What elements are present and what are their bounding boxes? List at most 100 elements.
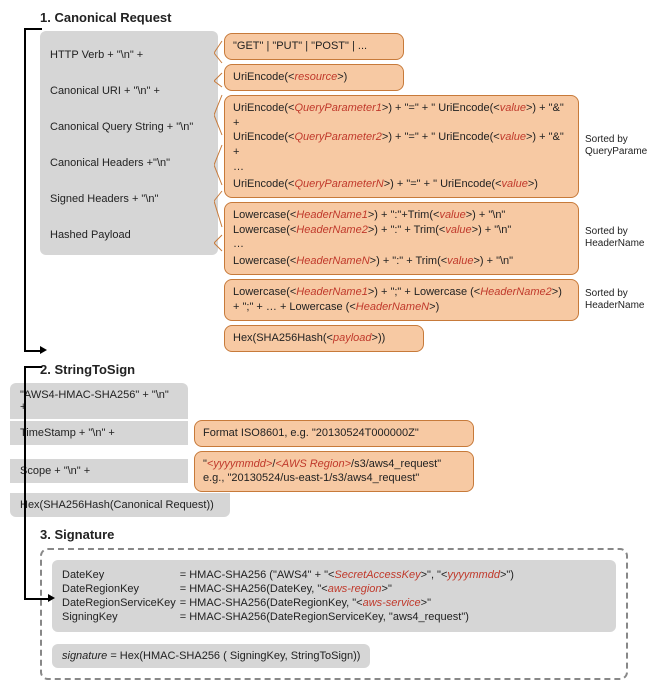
t: >", "< [421, 569, 448, 581]
sts-row-2: TimeStamp + "\n" + Format ISO8601, e.g. … [10, 417, 637, 450]
http-verbs-box: "GET" | "PUT" | "POST" | ... [224, 33, 404, 60]
t: >) + "\n" [473, 255, 513, 267]
t: DateKey [62, 568, 180, 582]
flow-line-2 [24, 366, 26, 598]
uri-encode-box: UriEncode(<resource>) [224, 64, 404, 91]
sort-by-hn-1: Sorted by HeaderName [579, 226, 637, 250]
t: HeaderName1 [296, 209, 368, 221]
t: >) + "\n" [472, 224, 512, 236]
t: aws-service [363, 597, 421, 609]
t: Format ISO8601, e.g. "20130524T000000Z" [203, 427, 419, 439]
flow-line-1 [24, 28, 26, 350]
t: e.g., "20130524/us-east-1/s3/aws4_reques… [203, 471, 465, 486]
t: >) + "=" + " UriEncode(< [382, 131, 500, 143]
flow-line-2h [24, 366, 42, 368]
t: >) + ":" + Trim(< [370, 255, 448, 267]
t: HeaderNameN [356, 301, 429, 313]
t: >) + ":" + Trim(< [368, 224, 446, 236]
signature-result-box: signature = Hex(HMAC-SHA256 ( SigningKey… [52, 644, 370, 668]
t: HeaderName1 [296, 286, 368, 298]
t: >) + ";" + Lowercase (< [368, 286, 480, 298]
t: resource [294, 71, 337, 83]
cr-query-string: Canonical Query String + "\n" [50, 117, 208, 137]
sort-by-hn-2: Sorted by HeaderName [579, 288, 637, 312]
t: >)) [372, 332, 386, 344]
sts-scope: Scope + "\n" + [10, 459, 188, 483]
t: UriEncode(< [233, 102, 294, 114]
hashed-payload-box: Hex(SHA256Hash(<payload>)) [224, 325, 424, 352]
cr-canonical-headers: Canonical Headers +"\n" [50, 153, 208, 173]
t: DateRegionServiceKey [62, 596, 180, 610]
t: HeaderName2 [480, 286, 552, 298]
sts-row-3: Scope + "\n" + "<yyyymmdd>/<AWS Region>/… [10, 448, 637, 496]
flow-arrow-1 [40, 346, 47, 354]
t: >) [528, 178, 538, 190]
sts-row-4: Hex(SHA256Hash(Canonical Request)) [10, 493, 637, 517]
section-1-row: HTTP Verb + "\n" + Canonical URI + "\n" … [10, 31, 637, 354]
sts-hash: Hex(SHA256Hash(Canonical Request)) [10, 493, 230, 517]
signing-key-derivation-box: DateKey= HMAC-SHA256 ("AWS4" + "<SecretA… [52, 560, 616, 632]
t: value [502, 178, 528, 190]
t: Hex(SHA256Hash(< [233, 332, 333, 344]
flow-line-2b [24, 598, 48, 600]
t: value [447, 255, 473, 267]
section-3-title: 3. Signature [40, 527, 637, 542]
http-verbs-text: "GET" | "PUT" | "POST" | ... [233, 40, 367, 52]
t: … [233, 160, 570, 177]
t: = HMAC-SHA256 ("AWS4" + "< [180, 569, 335, 581]
t: value [500, 131, 526, 143]
t: Lowercase(< [233, 255, 296, 267]
t: /s3/aws4_request" [351, 458, 441, 470]
t: >) + "\n" [466, 209, 506, 221]
t: signature [62, 650, 107, 662]
t: Lowercase(< [233, 209, 296, 221]
t: >) + "=" + " UriEncode(< [382, 102, 500, 114]
t: = HMAC-SHA256(DateRegionKey, "< [180, 597, 363, 609]
t: SecretAccessKey [334, 569, 420, 581]
cr-signed-headers: Signed Headers + "\n" [50, 189, 208, 209]
t: >) [429, 301, 439, 313]
t: value [500, 102, 526, 114]
t: <AWS Region> [275, 458, 351, 470]
t: = HMAC-SHA256(DateKey, "< [180, 583, 328, 595]
signing-key-table: DateKey= HMAC-SHA256 ("AWS4" + "<SecretA… [62, 568, 518, 624]
t: DateRegionKey [62, 582, 180, 596]
t: UriEncode(< [233, 178, 294, 190]
t: payload [333, 332, 372, 344]
t: + ";" + … + Lowercase (< [233, 301, 356, 313]
t: SigningKey [62, 610, 180, 624]
sts-row-1: "AWS4-HMAC-SHA256" + "\n" + [10, 383, 637, 419]
t: >) + ":"+Trim(< [368, 209, 440, 221]
sts-alg: "AWS4-HMAC-SHA256" + "\n" + [10, 383, 188, 419]
t: HeaderName2 [296, 224, 368, 236]
t: <yyyymmdd> [207, 458, 272, 470]
t: value [439, 209, 465, 221]
t: yyyymmdd [447, 569, 500, 581]
t: aws-region [328, 583, 382, 595]
timestamp-format-box: Format ISO8601, e.g. "20130524T000000Z" [194, 420, 474, 447]
cr-http-verb: HTTP Verb + "\n" + [50, 45, 208, 65]
t: HeaderNameN [296, 255, 369, 267]
flow-line-1b [24, 350, 40, 352]
canonical-headers-box: Lowercase(<HeaderName1>) + ":"+Trim(<val… [224, 202, 579, 275]
sort-by-qp: Sorted by QueryParameter [579, 134, 637, 158]
sts-timestamp: TimeStamp + "\n" + [10, 421, 188, 445]
signature-outer: DateKey= HMAC-SHA256 ("AWS4" + "<SecretA… [40, 548, 628, 680]
t: >" [382, 583, 392, 595]
t: >" [421, 597, 431, 609]
t: >) [337, 71, 347, 83]
flow-arrow-2 [48, 594, 55, 602]
t: … [233, 237, 570, 254]
t: value [445, 224, 471, 236]
t: Lowercase(< [233, 224, 296, 236]
t: QueryParameterN [294, 178, 383, 190]
scope-format-box: "<yyyymmdd>/<AWS Region>/s3/aws4_request… [194, 451, 474, 493]
section-1-title: 1. Canonical Request [40, 10, 637, 25]
query-params-box: UriEncode(<QueryParameter1>) + "=" + " U… [224, 95, 579, 198]
t: >) [552, 286, 562, 298]
t: = Hex(HMAC-SHA256 ( SigningKey, StringTo… [107, 650, 360, 662]
t: UriEncode(< [233, 71, 294, 83]
t: QueryParameter2 [294, 131, 381, 143]
section-2-title: 2. StringToSign [40, 362, 637, 377]
canonical-request-box: HTTP Verb + "\n" + Canonical URI + "\n" … [40, 31, 218, 255]
